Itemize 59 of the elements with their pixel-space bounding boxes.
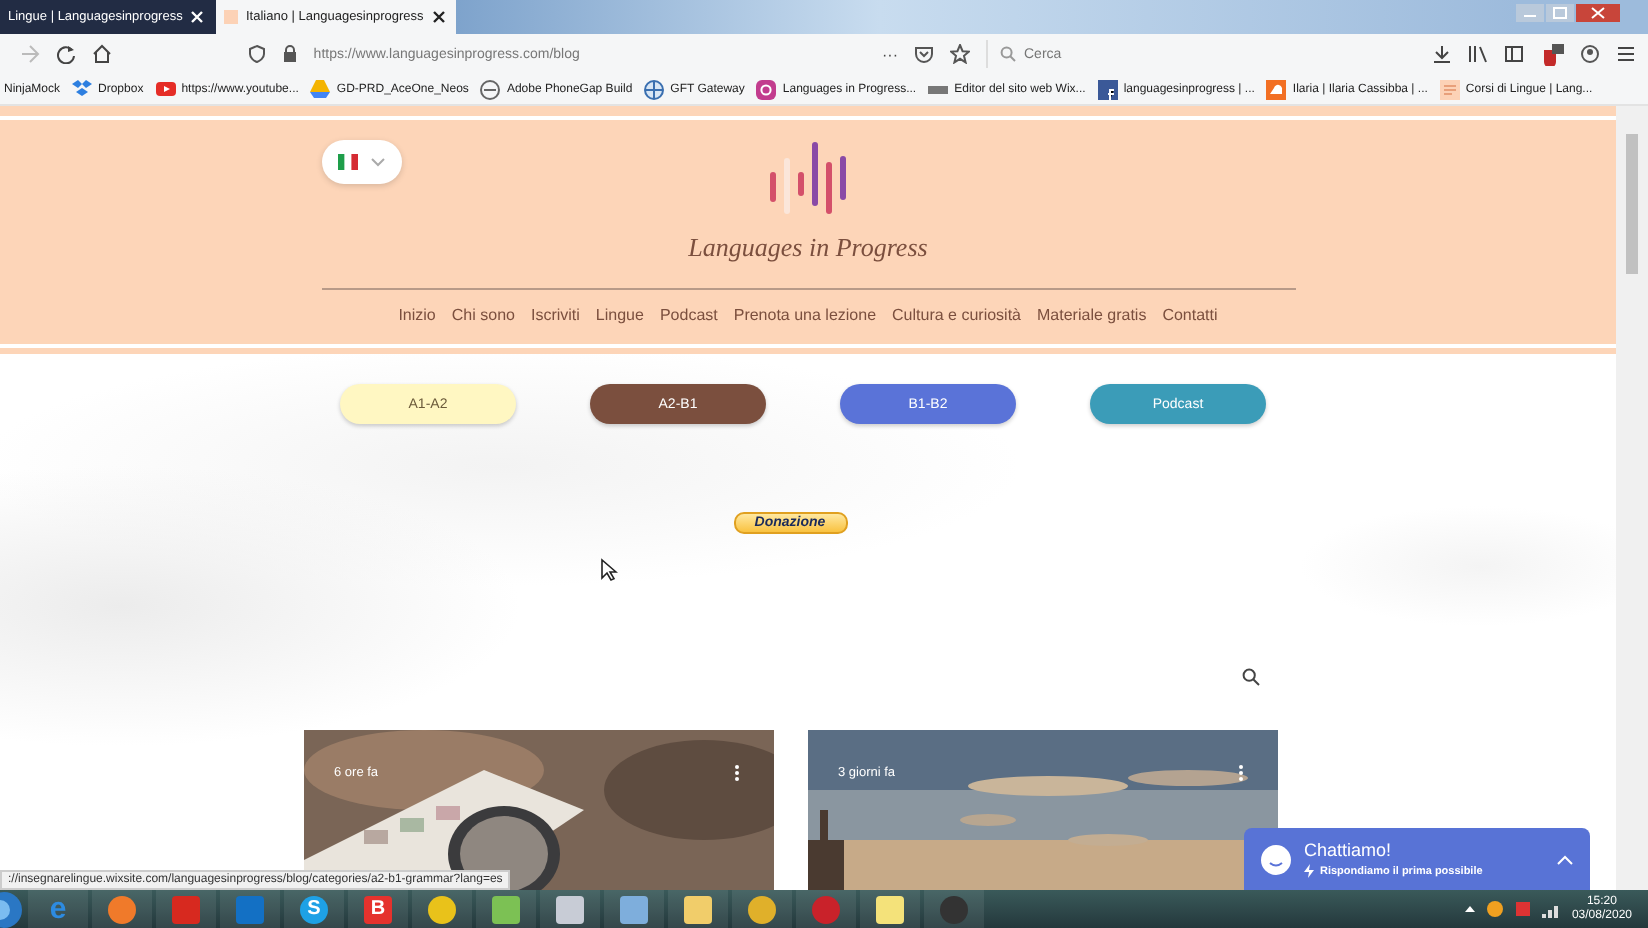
lightning-icon xyxy=(1304,864,1314,878)
chevron-down-icon xyxy=(370,156,386,168)
home-icon[interactable] xyxy=(92,44,112,64)
nav-link[interactable]: Inizio xyxy=(398,306,436,324)
star-icon[interactable] xyxy=(950,44,970,64)
bookmark-favicon-icon[interactable] xyxy=(1095,77,1120,101)
nav-link[interactable]: Iscriviti xyxy=(530,306,580,324)
taskbar-app[interactable] xyxy=(540,890,600,928)
bookmark-favicon-icon[interactable] xyxy=(642,77,667,101)
taskbar-app[interactable] xyxy=(860,890,920,928)
library-icon[interactable] xyxy=(1468,44,1488,64)
taskbar-app[interactable] xyxy=(92,890,152,928)
taskbar-app[interactable] xyxy=(668,890,728,928)
bookmark-favicon-icon[interactable] xyxy=(754,77,779,101)
cursor-icon xyxy=(600,558,618,582)
search-icon xyxy=(1000,46,1016,62)
search-icon[interactable] xyxy=(1242,668,1260,686)
tray-arrow-icon[interactable] xyxy=(1463,904,1476,914)
bookmark-favicon-icon[interactable] xyxy=(70,77,95,101)
pocket-icon[interactable] xyxy=(914,44,934,64)
reload-icon[interactable] xyxy=(56,44,76,64)
nav-link[interactable]: Chi sono xyxy=(451,306,515,324)
nav-link[interactable]: Prenota una lezione xyxy=(733,306,877,324)
signal-icon[interactable] xyxy=(1541,901,1562,917)
extension-icon[interactable] xyxy=(1540,42,1564,66)
more-options-icon[interactable] xyxy=(734,764,740,782)
taskbar-app[interactable] xyxy=(732,890,792,928)
menu-icon[interactable] xyxy=(1616,44,1636,64)
bookmark-favicon-icon[interactable] xyxy=(308,77,333,101)
smiley-icon xyxy=(1260,843,1292,875)
bookmark-favicon-icon[interactable] xyxy=(153,77,178,101)
chevron-up-icon[interactable] xyxy=(1556,853,1574,865)
download-icon[interactable] xyxy=(1432,44,1452,64)
flag-icon xyxy=(336,152,360,172)
chat-title: Chattiamo! xyxy=(1304,840,1394,860)
bookmark-favicon-icon[interactable] xyxy=(1264,77,1289,101)
more-button[interactable]: ··· xyxy=(882,45,898,63)
taskbar-app[interactable] xyxy=(604,890,664,928)
shield-icon[interactable] xyxy=(247,44,266,64)
nav-link[interactable]: Podcast xyxy=(659,306,718,324)
account-icon[interactable] xyxy=(1580,44,1600,64)
language-selector[interactable] xyxy=(321,140,401,184)
start-icon[interactable] xyxy=(0,891,24,927)
scrollbar[interactable] xyxy=(1616,106,1648,890)
site-title[interactable]: Languages in Progress xyxy=(688,232,928,264)
taskbar-app[interactable] xyxy=(476,890,536,928)
nav-link[interactable]: Contatti xyxy=(1162,306,1218,324)
close-icon[interactable] xyxy=(431,10,446,24)
taskbar-app[interactable]: B xyxy=(348,890,408,928)
nav-link[interactable]: Materiale gratis xyxy=(1037,306,1147,324)
logo-icon[interactable] xyxy=(768,142,848,218)
nav-link[interactable]: Lingue xyxy=(595,306,644,324)
nav-link[interactable]: Cultura e curiosità xyxy=(892,306,1022,324)
taskbar-app[interactable] xyxy=(412,890,472,928)
more-options-icon[interactable] xyxy=(1238,764,1244,782)
lock-icon xyxy=(281,44,298,64)
bookmark-favicon-icon[interactable] xyxy=(478,77,503,101)
scrollbar-thumb[interactable] xyxy=(1626,134,1638,274)
sidebar-icon[interactable] xyxy=(1504,44,1524,64)
